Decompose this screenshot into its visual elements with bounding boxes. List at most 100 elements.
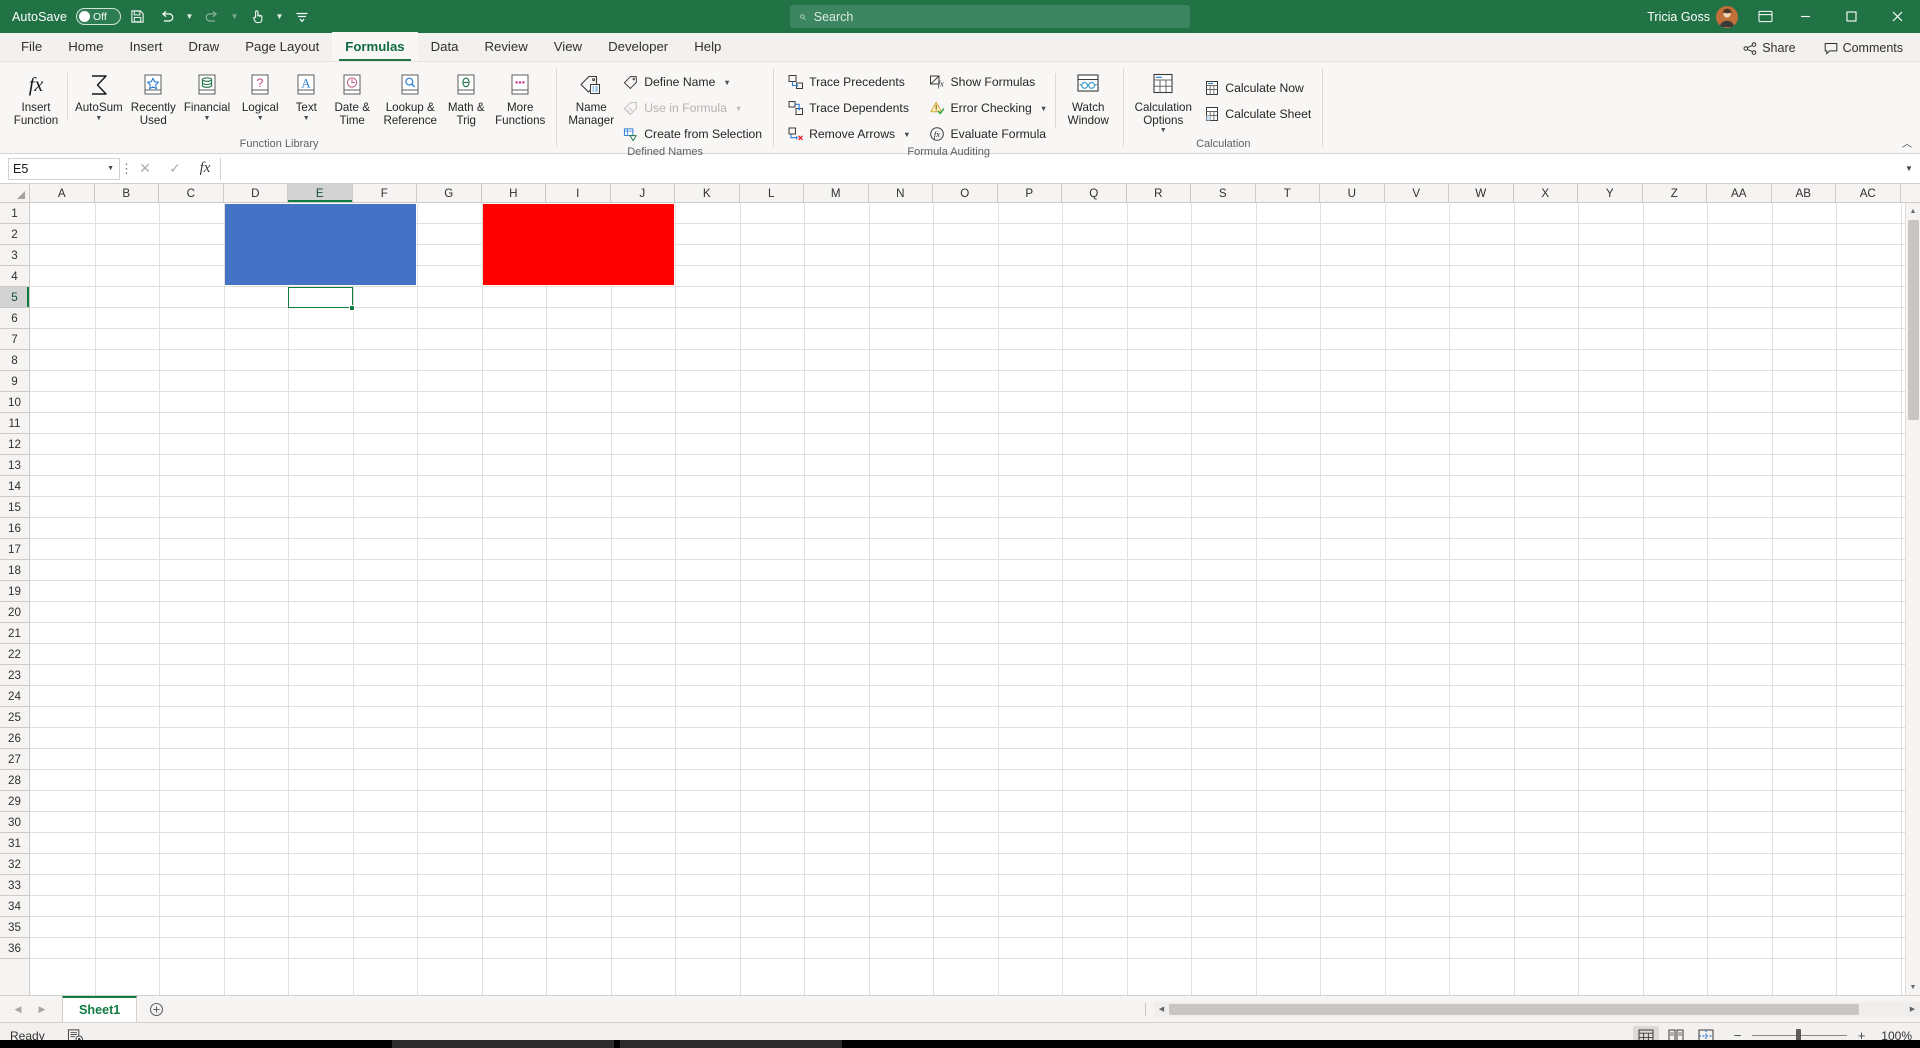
- column-header-N[interactable]: N: [869, 184, 933, 202]
- math-trig-button[interactable]: Math & Trig: [442, 67, 490, 127]
- cancel-x-icon[interactable]: ✕: [130, 158, 160, 180]
- logical-chevron-down-icon[interactable]: ▼: [257, 115, 264, 123]
- column-header-E[interactable]: E: [288, 184, 353, 202]
- column-header-A[interactable]: A: [30, 184, 95, 202]
- row-header-23[interactable]: 23: [0, 665, 29, 686]
- column-header-I[interactable]: I: [546, 184, 611, 202]
- blue-rectangle-shape[interactable]: [224, 204, 416, 285]
- column-header-X[interactable]: X: [1514, 184, 1578, 202]
- remove-arrows-button[interactable]: Remove Arrows ▼: [784, 122, 915, 146]
- vertical-scrollbar[interactable]: ▲ ▼: [1905, 203, 1920, 995]
- evaluate-formula-button[interactable]: fx Evaluate Formula: [926, 122, 1053, 146]
- row-header-19[interactable]: 19: [0, 581, 29, 602]
- tab-data[interactable]: Data: [418, 32, 472, 61]
- autosum-chevron-down-icon[interactable]: ▼: [95, 115, 102, 123]
- use-in-formula-button[interactable]: fx Use in Formula ▼: [619, 96, 767, 120]
- tab-insert[interactable]: Insert: [116, 32, 175, 61]
- column-header-H[interactable]: H: [482, 184, 546, 202]
- column-header-U[interactable]: U: [1320, 184, 1385, 202]
- scroll-right-icon[interactable]: ▶: [1905, 1001, 1920, 1017]
- cells-area[interactable]: [30, 203, 1920, 995]
- column-header-Z[interactable]: Z: [1643, 184, 1707, 202]
- tab-formulas[interactable]: Formulas: [332, 32, 418, 61]
- row-header-30[interactable]: 30: [0, 812, 29, 833]
- vertical-scroll-thumb[interactable]: [1907, 220, 1919, 420]
- redo-chevron-down-icon[interactable]: ▼: [228, 4, 241, 30]
- tab-view[interactable]: View: [541, 32, 595, 61]
- create-from-selection-button[interactable]: Create from Selection: [619, 122, 767, 146]
- row-header-33[interactable]: 33: [0, 875, 29, 896]
- name-box[interactable]: E5 ▼: [8, 157, 120, 180]
- tab-home[interactable]: Home: [55, 32, 116, 61]
- formula-input[interactable]: [220, 157, 1898, 180]
- row-header-27[interactable]: 27: [0, 749, 29, 770]
- define-name-chevron-down-icon[interactable]: ▼: [723, 78, 730, 87]
- row-header-34[interactable]: 34: [0, 896, 29, 917]
- row-header-5[interactable]: 5: [0, 287, 29, 308]
- undo-chevron-down-icon[interactable]: ▼: [183, 4, 196, 30]
- fill-handle[interactable]: [349, 304, 355, 311]
- row-header-22[interactable]: 22: [0, 644, 29, 665]
- formula-bar-overflow-icon[interactable]: ⋮: [120, 161, 133, 177]
- minimize-button[interactable]: [1782, 0, 1828, 33]
- trace-dependents-button[interactable]: Trace Dependents: [784, 96, 915, 120]
- column-header-L[interactable]: L: [740, 184, 804, 202]
- scroll-down-icon[interactable]: ▼: [1906, 979, 1920, 995]
- calculation-options-chevron-down-icon[interactable]: ▼: [1160, 127, 1167, 135]
- column-header-AD[interactable]: AD: [1901, 184, 1920, 202]
- column-header-V[interactable]: V: [1385, 184, 1449, 202]
- row-header-16[interactable]: 16: [0, 518, 29, 539]
- row-header-32[interactable]: 32: [0, 854, 29, 875]
- scroll-up-icon[interactable]: ▲: [1906, 203, 1920, 219]
- row-header-1[interactable]: 1: [0, 203, 29, 224]
- row-header-10[interactable]: 10: [0, 392, 29, 413]
- row-header-31[interactable]: 31: [0, 833, 29, 854]
- tab-help[interactable]: Help: [681, 32, 734, 61]
- horizontal-scroll-track[interactable]: [1169, 1001, 1905, 1017]
- close-button[interactable]: [1874, 0, 1920, 33]
- scroll-left-icon[interactable]: ◀: [1154, 1001, 1169, 1017]
- autosum-button[interactable]: AutoSum ▼: [71, 67, 127, 123]
- row-header-12[interactable]: 12: [0, 434, 29, 455]
- text-button[interactable]: A Text ▼: [286, 67, 326, 123]
- column-header-AA[interactable]: AA: [1707, 184, 1772, 202]
- logical-button[interactable]: ? Logical ▼: [234, 67, 286, 123]
- row-header-17[interactable]: 17: [0, 539, 29, 560]
- select-all-corner[interactable]: [0, 184, 30, 202]
- row-header-13[interactable]: 13: [0, 455, 29, 476]
- watch-window-button[interactable]: Watch Window: [1059, 67, 1117, 127]
- name-manager-button[interactable]: Name Manager: [563, 67, 619, 127]
- insert-function-icon[interactable]: fx: [190, 158, 220, 180]
- row-header-26[interactable]: 26: [0, 728, 29, 749]
- horizontal-scroll-thumb[interactable]: [1169, 1003, 1859, 1015]
- enter-check-icon[interactable]: ✓: [160, 158, 190, 180]
- lookup-reference-button[interactable]: Lookup & Reference: [378, 67, 442, 127]
- avatar[interactable]: [1716, 5, 1738, 28]
- column-header-C[interactable]: C: [159, 184, 224, 202]
- column-header-M[interactable]: M: [804, 184, 869, 202]
- next-sheet-icon[interactable]: ▶: [30, 997, 54, 1021]
- comments-button[interactable]: Comments: [1815, 38, 1912, 58]
- column-header-Q[interactable]: Q: [1062, 184, 1127, 202]
- touch-mode-chevron-down-icon[interactable]: ▼: [273, 4, 286, 30]
- expand-formula-bar-icon[interactable]: ▼: [1898, 158, 1920, 180]
- tab-draw[interactable]: Draw: [175, 32, 232, 61]
- row-header-11[interactable]: 11: [0, 413, 29, 434]
- column-header-AC[interactable]: AC: [1836, 184, 1901, 202]
- insert-function-button[interactable]: fx Insert Function: [8, 67, 64, 127]
- tab-review[interactable]: Review: [471, 32, 540, 61]
- customize-quick-access-icon[interactable]: [288, 4, 316, 30]
- row-header-15[interactable]: 15: [0, 497, 29, 518]
- row-header-25[interactable]: 25: [0, 707, 29, 728]
- row-header-29[interactable]: 29: [0, 791, 29, 812]
- collapse-ribbon-icon[interactable]: ︿: [1902, 135, 1912, 150]
- search-box[interactable]: ⌕: [790, 5, 1190, 28]
- add-sheet-plus-icon[interactable]: [143, 996, 169, 1023]
- tab-page-layout[interactable]: Page Layout: [232, 32, 332, 61]
- row-header-18[interactable]: 18: [0, 560, 29, 581]
- recently-used-button[interactable]: Recently Used ▼: [127, 67, 180, 127]
- row-header-21[interactable]: 21: [0, 623, 29, 644]
- search-input[interactable]: [813, 9, 1181, 24]
- column-header-K[interactable]: K: [675, 184, 740, 202]
- previous-sheet-icon[interactable]: ◀: [6, 997, 30, 1021]
